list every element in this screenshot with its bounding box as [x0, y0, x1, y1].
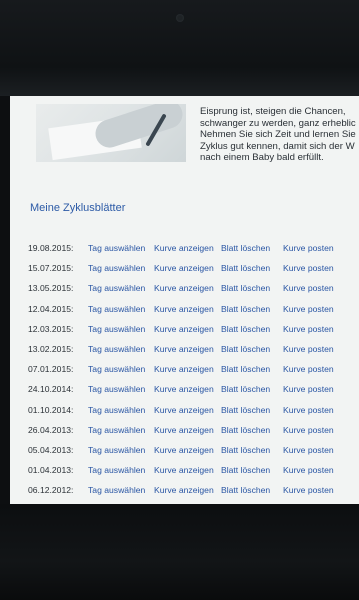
select-day-link[interactable]: Tag auswählen	[88, 445, 145, 455]
list-item: 26.04.2013: Tag auswählen Kurve anzeigen Bl…	[28, 425, 358, 441]
list-item: 05.04.2013: Tag auswählen Kurve anzeigen Bl…	[28, 445, 358, 461]
delete-sheet-link[interactable]: Blatt löschen	[221, 384, 270, 394]
list-item: 06.12.2012: Tag auswählen Kurve anzeigen Bl…	[28, 485, 358, 501]
sheet-date: 13.05.2015:	[28, 283, 74, 294]
select-day-link[interactable]: Tag auswählen	[88, 243, 145, 253]
intro-line: Eisprung ist, steigen die Chancen,	[200, 106, 346, 117]
show-curve-link[interactable]: Kurve anzeigen	[154, 324, 214, 334]
show-curve-link[interactable]: Kurve anzeigen	[154, 425, 214, 435]
sheet-date: 07.01.2015:	[28, 364, 74, 375]
select-day-link[interactable]: Tag auswählen	[88, 304, 145, 314]
delete-sheet-link[interactable]: Blatt löschen	[221, 263, 270, 273]
list-item: 01.04.2013: Tag auswählen Kurve anzeigen Bl…	[28, 465, 358, 481]
section-title: Meine Zyklusblätter	[30, 202, 126, 214]
delete-sheet-link[interactable]: Blatt löschen	[221, 304, 270, 314]
sheet-date: 19.08.2015:	[28, 243, 74, 253]
delete-sheet-link[interactable]: Blatt löschen	[221, 445, 270, 455]
select-day-link[interactable]: Tag auswählen	[88, 425, 145, 435]
list-item: 12.03.2015: Tag auswählen Kurve anzeigen Bl…	[28, 324, 358, 340]
list-item: 13.05.2015: Tag auswählen Kurve anzeigen Bl…	[28, 283, 358, 299]
post-curve-link[interactable]: Kurve posten	[283, 324, 334, 334]
post-curve-link[interactable]: Kurve posten	[283, 304, 334, 314]
sheet-date: 05.04.2013:	[28, 445, 74, 455]
select-day-link[interactable]: Tag auswählen	[88, 344, 145, 354]
sheet-date: 13.02.2015:	[28, 344, 74, 354]
select-day-link[interactable]: Tag auswählen	[88, 405, 145, 415]
post-curve-link[interactable]: Kurve posten	[283, 243, 334, 253]
list-item: 07.01.2015: Tag auswählen Kurve anzeigen Bl…	[28, 364, 358, 380]
select-day-link[interactable]: Tag auswählen	[88, 283, 145, 293]
delete-sheet-link[interactable]: Blatt löschen	[221, 465, 270, 475]
delete-sheet-link[interactable]: Blatt löschen	[221, 364, 270, 374]
select-day-link[interactable]: Tag auswählen	[88, 465, 145, 475]
show-curve-link[interactable]: Kurve anzeigen	[154, 364, 214, 374]
sheet-date: 26.04.2013:	[28, 424, 74, 435]
intro-line: schwanger zu werden, ganz erheblic	[200, 117, 356, 129]
post-curve-link[interactable]: Kurve posten	[283, 425, 334, 435]
post-curve-link[interactable]: Kurve posten	[283, 344, 334, 354]
post-curve-link[interactable]: Kurve posten	[283, 405, 334, 415]
sheet-date: 24.10.2014:	[28, 384, 74, 395]
select-day-link[interactable]: Tag auswählen	[88, 263, 145, 273]
post-curve-link[interactable]: Kurve posten	[283, 263, 334, 273]
delete-sheet-link[interactable]: Blatt löschen	[221, 243, 270, 253]
post-curve-link[interactable]: Kurve posten	[283, 465, 334, 475]
list-item: 12.04.2015: Tag auswählen Kurve anzeigen Bl…	[28, 304, 358, 320]
list-item: 01.10.2014: Tag auswählen Kurve anzeigen Bl…	[28, 405, 358, 421]
show-curve-link[interactable]: Kurve anzeigen	[154, 283, 214, 293]
show-curve-link[interactable]: Kurve anzeigen	[154, 344, 214, 354]
delete-sheet-link[interactable]: Blatt löschen	[221, 283, 270, 293]
show-curve-link[interactable]: Kurve anzeigen	[154, 405, 214, 415]
select-day-link[interactable]: Tag auswählen	[88, 384, 145, 394]
select-day-link[interactable]: Tag auswählen	[88, 324, 145, 334]
sheet-date: 15.07.2015:	[28, 263, 74, 274]
select-day-link[interactable]: Tag auswählen	[88, 364, 145, 374]
post-curve-link[interactable]: Kurve posten	[283, 384, 334, 394]
delete-sheet-link[interactable]: Blatt löschen	[221, 344, 270, 354]
delete-sheet-link[interactable]: Blatt löschen	[221, 425, 270, 435]
show-curve-link[interactable]: Kurve anzeigen	[154, 485, 214, 495]
select-day-link[interactable]: Tag auswählen	[88, 485, 145, 495]
post-curve-link[interactable]: Kurve posten	[283, 485, 334, 495]
list-item: 24.10.2014: Tag auswählen Kurve anzeigen Bl…	[28, 384, 358, 400]
show-curve-link[interactable]: Kurve anzeigen	[154, 465, 214, 475]
show-curve-link[interactable]: Kurve anzeigen	[154, 243, 214, 253]
show-curve-link[interactable]: Kurve anzeigen	[154, 304, 214, 314]
show-curve-link[interactable]: Kurve anzeigen	[154, 263, 214, 273]
device-bezel-top	[0, 0, 359, 96]
list-item: 15.07.2015: Tag auswählen Kurve anzeigen Bl…	[28, 263, 358, 279]
delete-sheet-link[interactable]: Blatt löschen	[221, 324, 270, 334]
delete-sheet-link[interactable]: Blatt löschen	[221, 485, 270, 495]
show-curve-link[interactable]: Kurve anzeigen	[154, 384, 214, 394]
post-curve-link[interactable]: Kurve posten	[283, 364, 334, 374]
sheet-date: 01.04.2013:	[28, 465, 74, 476]
sheet-date: 01.10.2014:	[28, 404, 74, 415]
sheet-date: 12.04.2015:	[28, 303, 74, 314]
intro-line: nach einem Baby bald erfüllt.	[200, 152, 324, 164]
post-curve-link[interactable]: Kurve posten	[283, 283, 334, 293]
front-camera	[176, 14, 184, 22]
show-curve-link[interactable]: Kurve anzeigen	[154, 445, 214, 455]
sheet-date: 12.03.2015:	[28, 323, 74, 334]
list-item: 19.08.2015: Tag auswählen Kurve anzeigen Bl…	[28, 243, 358, 259]
intro-text: Eisprung ist, steigen die Chancen, schwa…	[200, 106, 359, 164]
post-curve-link[interactable]: Kurve posten	[283, 445, 334, 455]
sheet-date: 06.12.2012:	[28, 485, 74, 496]
delete-sheet-link[interactable]: Blatt löschen	[221, 405, 270, 415]
hero-illustration	[36, 104, 186, 162]
device-bezel-bottom	[0, 504, 359, 600]
intro-line: Nehmen Sie sich Zeit und lernen Sie	[200, 129, 356, 141]
list-item: 13.02.2015: Tag auswählen Kurve anzeigen Bl…	[28, 344, 358, 360]
intro-line: Zyklus gut kennen, damit sich der W	[200, 140, 355, 152]
browser-screen: Eisprung ist, steigen die Chancen, schwa…	[10, 96, 359, 504]
